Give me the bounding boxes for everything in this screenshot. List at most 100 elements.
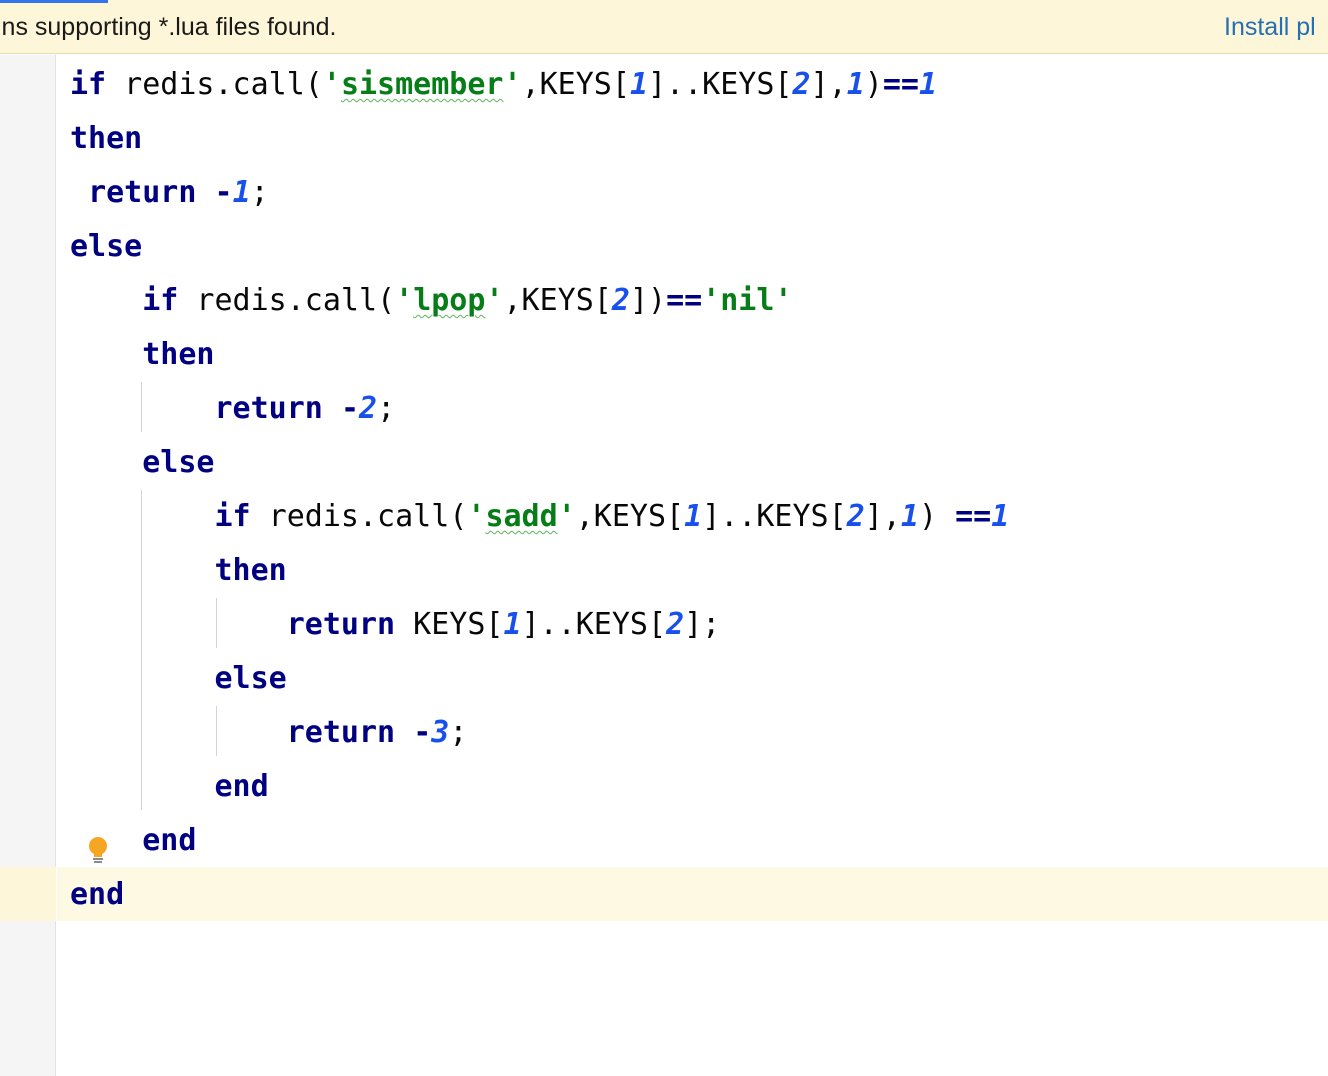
code-token: ) [918,499,956,534]
code-token: ; [449,715,468,750]
code-token: return [286,715,396,750]
code-token: 1 [629,67,648,102]
code-token: redis.call( [250,499,468,534]
notification-text: ins supporting *.lua files found. [0,13,337,41]
code-token: - [214,175,233,210]
code-line[interactable]: end [70,814,1009,868]
code-line[interactable]: then [70,544,1009,598]
code-token: ], [810,67,847,102]
code-line[interactable]: else [70,220,1009,274]
code-token: ,KEYS[ [575,499,685,534]
code-line[interactable]: return -1; [70,166,1009,220]
code-token: if [70,67,107,102]
code-token: ]..KEYS[ [521,607,667,642]
code-line[interactable]: return -2; [70,382,1009,436]
code-token: sadd [485,499,558,534]
code-line[interactable]: if redis.call('sismember',KEYS[1]..KEYS[… [70,58,1009,112]
code-token: else [142,445,215,480]
code-token: 1 [900,499,919,534]
code-token: else [70,229,143,264]
code-token: ,KEYS[ [521,67,630,102]
code-token: redis.call( [178,283,396,318]
code-line[interactable]: end [70,868,1009,922]
code-token: sismember [340,67,504,102]
code-line[interactable]: then [70,328,1009,382]
code-token: ], [864,499,901,534]
code-token: if [214,499,251,534]
code-line[interactable]: return KEYS[1]..KEYS[2]; [70,598,1009,652]
code-token: redis.call( [106,67,323,102]
code-token: end [70,877,125,912]
code-token: ]..KEYS[ [648,67,793,102]
code-token: return [214,391,323,426]
code-token: then [214,553,287,588]
code-line[interactable]: if redis.call('sadd',KEYS[1]..KEYS[2],1)… [70,490,1010,544]
code-token: 1 [232,175,251,210]
code-token: == [955,499,992,534]
code-token: KEYS[ [395,607,504,642]
code-token: ' [322,67,341,102]
code-token: ) [864,67,883,102]
code-token: ' [467,499,486,534]
code-token: - [340,391,359,426]
code-line[interactable]: else [70,652,1009,706]
tab-accent-indicator [0,0,108,3]
code-token: == [882,67,919,102]
code-token: end [142,823,197,858]
code-line[interactable]: if redis.call('lpop',KEYS[2])=='nil' [70,274,1009,328]
code-token: 1 [846,67,865,102]
code-token: ]) [629,283,667,318]
code-token: end [214,769,269,804]
code-token: 'nil' [702,283,793,318]
code-token: 2 [611,283,630,318]
code-token: 2 [792,67,811,102]
code-token: 1 [991,499,1010,534]
code-line[interactable]: end [70,760,1009,814]
code-token: return [286,607,396,642]
code-token: ' [395,283,414,318]
code-token: else [214,661,287,696]
code-token: ,KEYS[ [503,283,612,318]
code-token: 1 [503,607,522,642]
code-token: ' [485,283,504,318]
code-token: then [142,337,215,372]
editor-gutter[interactable] [0,55,56,1076]
current-line-gutter-highlight [0,867,56,921]
code-token: ' [557,499,576,534]
install-plugins-link[interactable]: Install pl [1224,13,1316,42]
code-token: return [88,175,197,210]
code-token: ]..KEYS[ [702,499,847,534]
code-token: - [413,715,432,750]
code-token: 1 [918,67,937,102]
code-content[interactable]: if redis.call('sismember',KEYS[1]..KEYS[… [70,58,1009,922]
code-token: 2 [846,499,865,534]
code-token: lpop [413,283,486,318]
code-token: ]; [684,607,721,642]
code-token: if [142,283,179,318]
code-token: then [70,121,143,156]
code-line[interactable]: return -3; [70,706,1009,760]
code-token: ; [377,391,396,426]
code-token: 1 [684,499,703,534]
code-token: ' [503,67,522,102]
code-line[interactable]: else [70,436,1009,490]
plugin-notification-bar: ins supporting *.lua files found. Instal… [0,0,1328,54]
code-line[interactable]: then [70,112,1009,166]
lightbulb-icon[interactable] [86,836,110,866]
code-token: 2 [666,607,685,642]
code-token: == [666,283,703,318]
